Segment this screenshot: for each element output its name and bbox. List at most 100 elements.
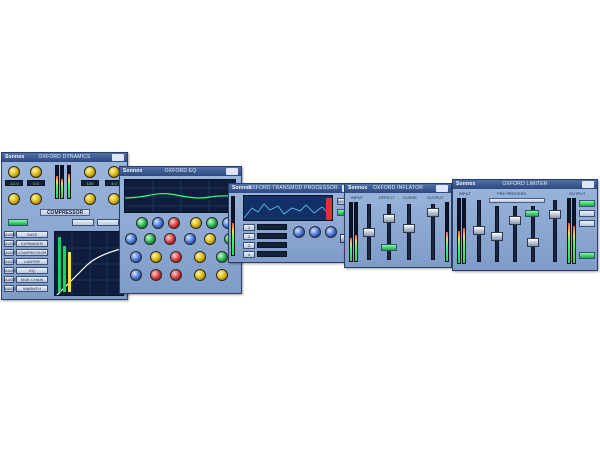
release-readout: 100 (81, 180, 99, 186)
limiter-dither-button[interactable] (579, 220, 595, 227)
limiter-enhance-button[interactable] (525, 210, 539, 217)
eq-knob-lf-freq[interactable] (152, 217, 164, 229)
limiter-mode-button[interactable] (579, 210, 595, 217)
transmod-knob-a[interactable] (293, 226, 305, 238)
eq-knob-band-a[interactable] (130, 269, 142, 281)
brand-label: Sonnox (348, 185, 368, 191)
inflator-input-fader[interactable] (363, 228, 375, 237)
dynamics-plugin-window: Sonnox OXFORD DYNAMICS -12.0 0.5 100 4.0… (1, 152, 128, 300)
eq-knob-hmf-gain[interactable] (190, 217, 202, 229)
transmod-row-2-value (257, 233, 287, 239)
release-knob[interactable] (84, 166, 96, 178)
module-warmth-button[interactable]: WARMTH (16, 285, 48, 292)
transfer-curve-graph (55, 232, 123, 295)
eq-title: OXFORD EQ (164, 168, 197, 174)
eq-knob-lf-gain[interactable] (136, 217, 148, 229)
inflator-meter-right (354, 202, 358, 262)
knee-knob[interactable] (8, 193, 20, 205)
eq-knob-hf-q[interactable] (170, 251, 182, 263)
input-meter-left (55, 165, 59, 199)
inflator-plugin-window: Sonnox OXFORD INFLATOR INPUT EFFECT CURV… (344, 183, 452, 268)
side-button-7[interactable]: AUDIO (4, 285, 18, 292)
attack-knob[interactable] (30, 166, 42, 178)
eq-knob-band-e[interactable] (216, 269, 228, 281)
module-gate-button[interactable]: GATE (16, 231, 48, 238)
logo-icon (582, 181, 594, 188)
eq-knob-lmf-gain[interactable] (125, 233, 137, 245)
eq-knob-trim[interactable] (216, 251, 228, 263)
limiter-plugin-window: Sonnox OXFORD LIMITER INPUT PRE PROCESS … (452, 179, 598, 271)
module-eq-button[interactable]: EQ (16, 267, 48, 274)
inflator-title: OXFORD INFLATOR (372, 185, 424, 191)
transfer-curve-display (54, 231, 124, 296)
transmod-knob-b[interactable] (309, 226, 321, 238)
inflator-band-split-button[interactable] (381, 244, 397, 251)
threshold-knob[interactable] (8, 166, 20, 178)
transmod-spectrum-display (243, 195, 333, 221)
brand-label: Sonnox (232, 185, 252, 191)
limiter-meter-left (457, 198, 461, 264)
limiter-preprocess-label: PRE PROCESS (497, 191, 526, 196)
eq-knob-lmf-q[interactable] (164, 233, 176, 245)
side-button-2[interactable]: AUDIO (4, 240, 18, 247)
side-button-4[interactable]: AUDIO (4, 258, 18, 265)
limiter-pp-track-2 (513, 206, 517, 262)
eq-response-display (124, 179, 236, 213)
module-compressor-button[interactable]: COMPRESSOR (16, 249, 48, 256)
inflator-curve-label: CURVE (403, 195, 417, 200)
eq-knob-hpf[interactable] (130, 251, 142, 263)
limiter-meter-right (462, 198, 466, 264)
transmod-row-2[interactable]: 2 (243, 233, 255, 240)
limiter-out-meter-right (572, 198, 576, 264)
eq-knob-lf-q[interactable] (168, 217, 180, 229)
side-button-1[interactable]: AUDIO (4, 231, 18, 238)
inflator-effect-label: EFFECT (379, 195, 395, 200)
eq-knob-mf-gain[interactable] (184, 233, 196, 245)
brand-label: Sonnox (5, 154, 25, 160)
transmod-row-3[interactable]: 3 (243, 242, 255, 249)
inflator-curve-fader[interactable] (403, 224, 415, 233)
inflator-effect-track (387, 204, 391, 260)
input-meter-right (60, 165, 64, 199)
limiter-titlebar: Sonnox OXFORD LIMITER (453, 180, 597, 189)
limiter-active-button[interactable] (579, 200, 595, 207)
inflator-output-fader[interactable] (427, 208, 439, 217)
transmod-plugin-window: Sonnox OXFORD TRANSMOD PROCESSOR 1 2 3 4… (228, 183, 358, 263)
side-button-5[interactable]: AUDIO (4, 267, 18, 274)
eq-knob-mf-freq[interactable] (204, 233, 216, 245)
comp-enable[interactable] (8, 219, 28, 226)
makeup-knob[interactable] (84, 193, 96, 205)
eq-knob-band-c[interactable] (170, 269, 182, 281)
transmod-knob-c[interactable] (325, 226, 337, 238)
eq-knob-output[interactable] (194, 251, 206, 263)
logo-icon (112, 154, 124, 161)
hold-knob[interactable] (30, 193, 42, 205)
brand-label: Sonnox (456, 181, 476, 187)
comp-option-2[interactable] (97, 219, 119, 226)
limiter-ok-button[interactable] (579, 252, 595, 259)
spectrum-graph (244, 196, 332, 220)
module-expander-button[interactable]: EXPANDER (16, 240, 48, 247)
module-sidechain-button[interactable]: SIDE CHAIN (16, 276, 48, 283)
side-button-6[interactable]: AUDIO (4, 276, 18, 283)
transmod-row-4[interactable]: 4 (243, 251, 255, 258)
side-button-3[interactable]: AUDIO (4, 249, 18, 256)
eq-knob-lmf-freq[interactable] (144, 233, 156, 245)
limiter-input-fader[interactable] (473, 226, 485, 235)
eq-knob-band-d[interactable] (194, 269, 206, 281)
limiter-pp-fader-3[interactable] (527, 238, 539, 247)
comp-option-1[interactable] (72, 219, 94, 226)
eq-knob-band-b[interactable] (150, 269, 162, 281)
transmod-meter-left (231, 196, 235, 256)
module-limiter-button[interactable]: LIMITER (16, 258, 48, 265)
dynamics-title: OXFORD DYNAMICS (38, 154, 91, 160)
limiter-pp-fader-2[interactable] (509, 216, 521, 225)
logo-icon (436, 185, 448, 192)
eq-knob-hmf-freq[interactable] (206, 217, 218, 229)
eq-knob-lpf[interactable] (150, 251, 162, 263)
inflator-effect-fader[interactable] (383, 214, 395, 223)
limiter-output-fader[interactable] (549, 210, 561, 219)
transmod-title: OXFORD TRANSMOD PROCESSOR (248, 185, 338, 191)
transmod-row-1[interactable]: 1 (243, 224, 255, 231)
limiter-pp-fader-1[interactable] (491, 232, 503, 241)
